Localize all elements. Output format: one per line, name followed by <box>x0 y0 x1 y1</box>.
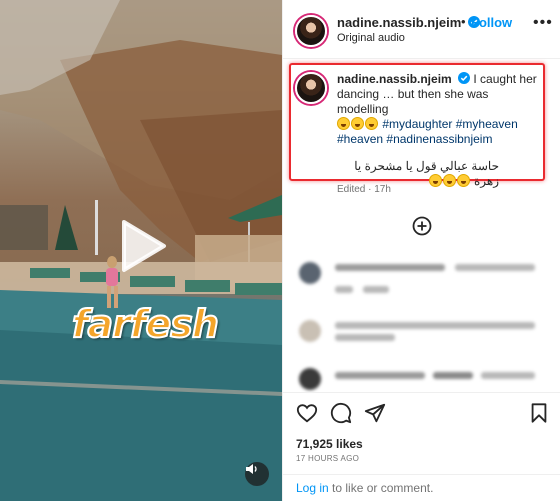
divider <box>283 474 560 475</box>
hashtag-link[interactable]: #mydaughter <box>382 117 452 131</box>
comment-meta-blurred <box>335 286 353 293</box>
laughing-emoji-icon <box>456 174 470 187</box>
bookmark-icon[interactable] <box>528 402 550 424</box>
caption-avatar[interactable] <box>295 72 327 104</box>
header-separator: • <box>461 14 466 29</box>
post-author-username[interactable]: nadine.nassib.njeim <box>337 15 461 30</box>
post-timestamp: 17 HOURS AGO <box>296 454 360 463</box>
caption-username[interactable]: nadine.nassib.njeim <box>337 72 452 86</box>
comment-text-blurred <box>335 322 535 329</box>
avatar[interactable] <box>295 15 327 47</box>
comment-avatar <box>299 320 321 342</box>
comment-avatar <box>299 368 321 390</box>
comment-icon[interactable] <box>330 402 352 424</box>
comment-text-blurred <box>335 264 445 271</box>
play-icon[interactable] <box>118 218 168 274</box>
plus-circle-icon[interactable] <box>412 216 432 236</box>
more-options-icon[interactable]: ••• <box>533 14 553 32</box>
laughing-emoji-icon <box>365 117 378 130</box>
speaker-icon[interactable] <box>245 462 269 486</box>
hashtag-link[interactable]: #nadinenassibnjeim <box>386 132 492 146</box>
post-author[interactable]: nadine.nassib.njeim <box>337 15 480 30</box>
comment-text-blurred <box>335 372 425 379</box>
login-prompt: Log in to like or comment. <box>296 481 433 495</box>
comment-avatar <box>299 262 321 284</box>
comment-meta-blurred <box>363 286 389 293</box>
login-prompt-text: to like or comment. <box>328 481 434 495</box>
heart-icon[interactable] <box>296 402 318 424</box>
post-video[interactable] <box>0 0 282 501</box>
hashtag-link[interactable]: #heaven <box>337 132 383 146</box>
laughing-emoji-icon <box>337 117 350 130</box>
follow-button[interactable]: Follow <box>471 15 512 30</box>
laughing-emoji-icon <box>351 117 364 130</box>
likes-count[interactable]: 71,925 likes <box>296 437 363 451</box>
verified-badge-icon <box>458 72 471 84</box>
hashtag-link[interactable]: #myheaven <box>456 117 518 131</box>
laughing-emoji-icon <box>442 174 456 187</box>
laughing-emoji-icon <box>428 174 442 187</box>
caption: nadine.nassib.njeim I caught her dancing… <box>337 72 539 189</box>
comment-text-blurred <box>433 372 473 379</box>
login-link[interactable]: Log in <box>296 481 329 495</box>
audio-label[interactable]: Original audio <box>337 32 405 44</box>
paper-plane-icon[interactable] <box>364 402 386 424</box>
comment-text-blurred <box>455 264 535 271</box>
comment-text-blurred <box>335 334 395 341</box>
post-panel: nadine.nassib.njeim • Follow Original au… <box>282 0 560 501</box>
caption-edited-time: Edited · 17h <box>337 184 391 195</box>
comment-text-blurred <box>481 372 535 379</box>
divider <box>283 392 560 393</box>
divider <box>283 58 560 59</box>
